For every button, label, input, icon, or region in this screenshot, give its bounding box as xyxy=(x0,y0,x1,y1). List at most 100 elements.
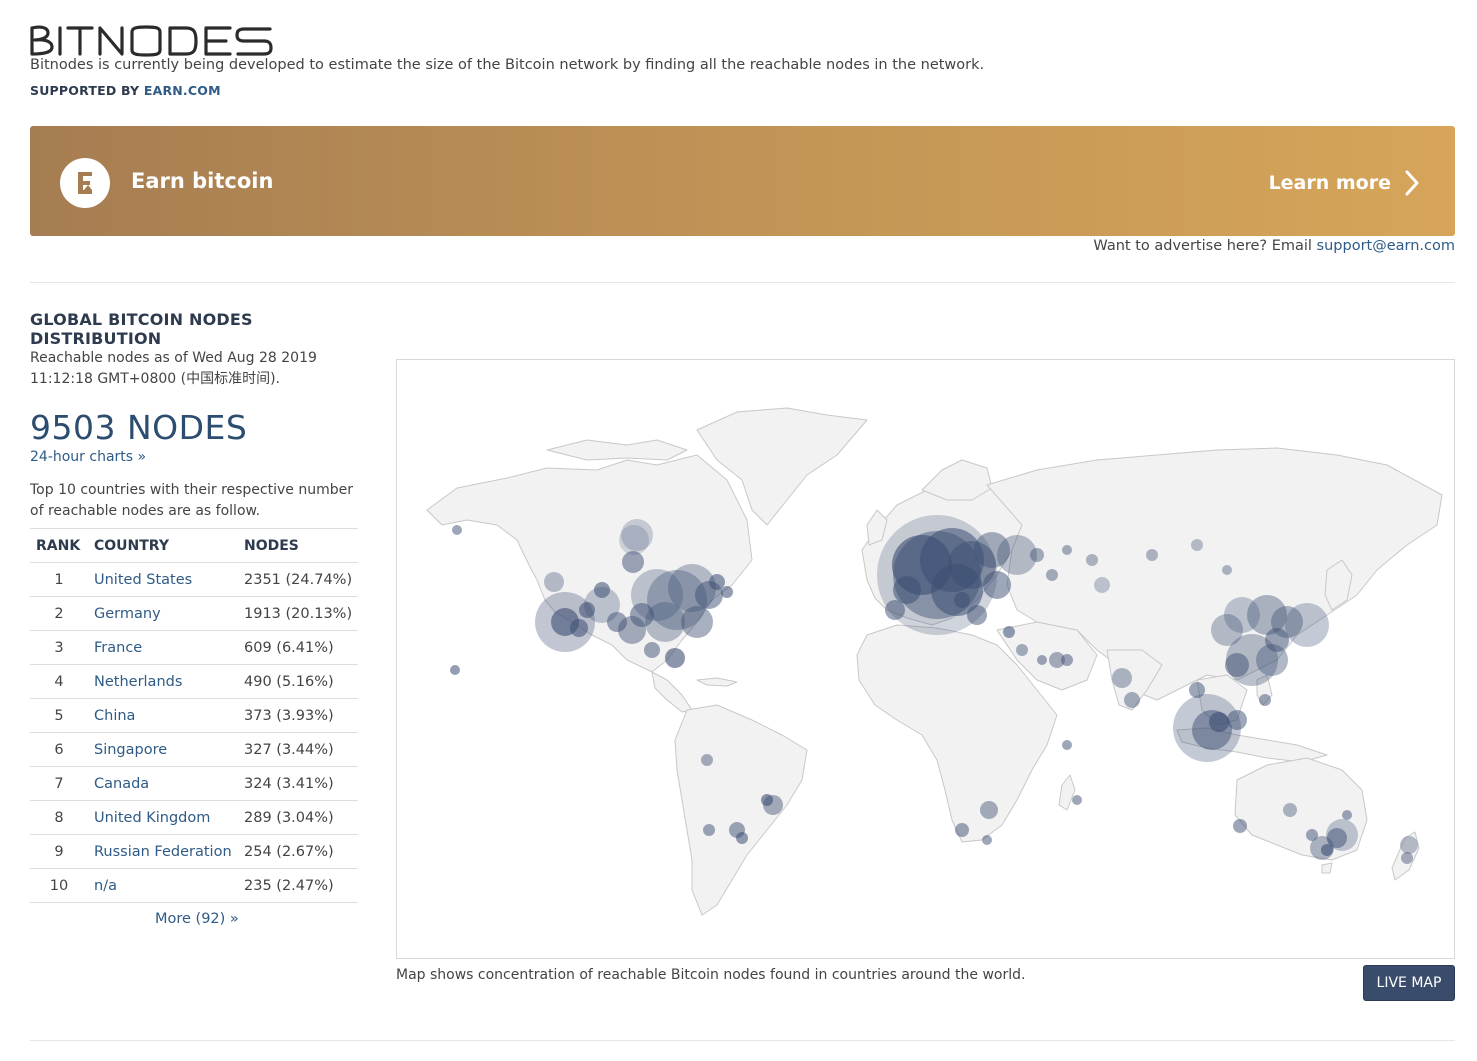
country-link[interactable]: n/a xyxy=(94,878,117,894)
node-bubble xyxy=(1283,803,1297,817)
node-bubble xyxy=(1062,740,1072,750)
table-row: 6 Singapore 327 (3.44%) xyxy=(30,732,358,767)
table-header-row: RANK COUNTRY NODES xyxy=(30,528,358,563)
supported-prefix: SUPPORTED BY xyxy=(30,83,140,98)
rank-cell: 4 xyxy=(30,664,94,699)
world-map-svg xyxy=(426,407,1443,916)
node-bubble xyxy=(1062,545,1072,555)
land-scandinavia xyxy=(921,459,993,501)
country-cell: Russian Federation xyxy=(94,834,244,869)
nodes-cell: 235 (2.47%) xyxy=(244,868,358,903)
bitnodes-logo[interactable] xyxy=(30,22,274,58)
node-bubble xyxy=(1400,836,1418,854)
table-row: 7 Canada 324 (3.41%) xyxy=(30,766,358,801)
top-countries-table: RANK COUNTRY NODES 1 United States 2351 (2… xyxy=(30,528,358,903)
node-bubble xyxy=(630,603,654,627)
country-link[interactable]: Singapore xyxy=(94,742,167,758)
table-row: 9 Russian Federation 254 (2.67%) xyxy=(30,834,358,869)
country-cell: n/a xyxy=(94,868,244,903)
node-bubble xyxy=(1086,554,1098,566)
node-bubble xyxy=(701,754,713,766)
reachable-timestamp: Reachable nodes as of Wed Aug 28 2019 11… xyxy=(30,348,360,390)
land-central-america xyxy=(651,671,693,713)
node-bubble xyxy=(885,600,905,620)
node-bubble xyxy=(980,801,998,819)
distribution-panel: GLOBAL BITCOIN NODES DISTRIBUTION Reacha… xyxy=(30,310,360,522)
country-link[interactable]: United Kingdom xyxy=(94,810,210,826)
more-countries-link[interactable]: More (92) » xyxy=(155,911,239,927)
table-row: 4 Netherlands 490 (5.16%) xyxy=(30,664,358,699)
node-bubble xyxy=(1037,655,1047,665)
node-bubble xyxy=(893,576,921,604)
country-cell: Canada xyxy=(94,766,244,801)
node-bubble xyxy=(570,619,588,637)
country-header: COUNTRY xyxy=(94,528,244,563)
world-map[interactable] xyxy=(396,359,1455,959)
node-bubble xyxy=(1030,548,1044,562)
banner-title: Earn bitcoin xyxy=(131,169,274,193)
country-cell: United Kingdom xyxy=(94,800,244,835)
country-link[interactable]: Germany xyxy=(94,606,161,622)
country-cell: China xyxy=(94,698,244,733)
node-bubble xyxy=(1233,819,1247,833)
rank-cell: 10 xyxy=(30,868,94,903)
earn-link[interactable]: EARN.COM xyxy=(144,83,221,98)
tagline: Bitnodes is currently being developed to… xyxy=(30,57,985,73)
live-map-button[interactable]: LIVE MAP xyxy=(1363,965,1455,1001)
country-cell: Germany xyxy=(94,596,244,631)
country-link[interactable]: Russian Federation xyxy=(94,844,232,860)
node-bubble xyxy=(1016,644,1028,656)
country-link[interactable]: United States xyxy=(94,572,192,588)
node-bubble xyxy=(982,835,992,845)
node-bubble xyxy=(709,574,725,590)
node-bubble xyxy=(665,648,685,668)
node-bubble xyxy=(736,832,748,844)
nodes-cell: 327 (3.44%) xyxy=(244,732,358,767)
learn-more-button[interactable]: Learn more xyxy=(1269,168,1419,198)
node-bubble xyxy=(1285,603,1329,647)
advertise-note: Want to advertise here? Email support@ea… xyxy=(1093,238,1455,254)
node-bubble xyxy=(452,525,462,535)
country-cell: France xyxy=(94,630,244,665)
rank-cell: 8 xyxy=(30,800,94,835)
node-bubble xyxy=(761,794,773,806)
node-bubble xyxy=(1209,712,1229,732)
supported-by: SUPPORTED BY EARN.COM xyxy=(30,83,221,98)
node-bubble xyxy=(1342,810,1352,820)
node-bubble xyxy=(644,642,660,658)
rank-cell: 7 xyxy=(30,766,94,801)
land-masses xyxy=(426,407,1443,916)
country-link[interactable]: France xyxy=(94,640,142,656)
node-bubble xyxy=(703,824,715,836)
land-tasmania xyxy=(1321,862,1333,874)
earn-banner[interactable]: Earn bitcoin Learn more xyxy=(30,126,1455,236)
charts-link[interactable]: 24-hour charts » xyxy=(30,449,146,465)
nodes-cell: 289 (3.04%) xyxy=(244,800,358,835)
rank-cell: 5 xyxy=(30,698,94,733)
map-caption: Map shows concentration of reachable Bit… xyxy=(396,967,1026,983)
country-link[interactable]: China xyxy=(94,708,135,724)
learn-more-label: Learn more xyxy=(1268,172,1391,194)
nodes-cell: 254 (2.67%) xyxy=(244,834,358,869)
country-cell: Netherlands xyxy=(94,664,244,699)
country-link[interactable]: Canada xyxy=(94,776,149,792)
node-bubble xyxy=(1072,795,1082,805)
rank-cell: 9 xyxy=(30,834,94,869)
node-bubble xyxy=(1146,549,1158,561)
divider xyxy=(30,282,1455,283)
rank-header: RANK xyxy=(30,528,94,563)
node-bubble xyxy=(607,612,627,632)
land-south-america xyxy=(674,704,808,916)
land-arctic-islands xyxy=(546,439,688,461)
table-row: 2 Germany 1913 (20.13%) xyxy=(30,596,358,631)
node-bubble xyxy=(954,592,970,608)
advertise-email-link[interactable]: support@earn.com xyxy=(1317,238,1455,254)
node-bubble xyxy=(1306,829,1318,841)
node-bubble xyxy=(1222,565,1232,575)
node-bubble xyxy=(1225,653,1249,677)
node-bubble xyxy=(544,572,564,592)
reachable-line-1: Reachable nodes as of Wed Aug 28 2019 xyxy=(30,350,317,366)
node-bubble xyxy=(1321,844,1333,856)
country-link[interactable]: Netherlands xyxy=(94,674,182,690)
rank-cell: 2 xyxy=(30,596,94,631)
